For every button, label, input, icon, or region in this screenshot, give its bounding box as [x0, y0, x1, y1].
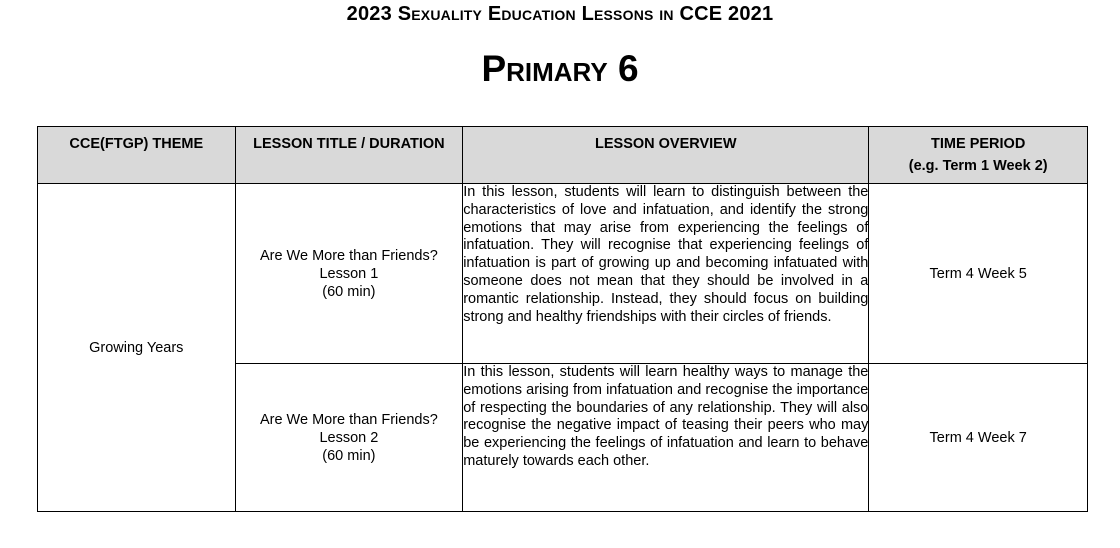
header-time-period-example: (e.g. Term 1 Week 2)	[908, 158, 1048, 174]
table-header-row: CCE(FTGP) THEME LESSON TITLE / DURATION …	[37, 126, 1088, 184]
lesson-time-period: Term 4 Week 5	[868, 183, 1088, 364]
document-subtitle: Primary 6	[481, 48, 639, 89]
header-theme: CCE(FTGP) THEME	[37, 126, 236, 184]
theme-cell: Growing Years	[37, 183, 236, 512]
lesson-overview: In this lesson, students will learn heal…	[462, 363, 870, 512]
header-overview: LESSON OVERVIEW	[462, 126, 870, 184]
lesson-time-period: Term 4 Week 7	[868, 363, 1088, 512]
lessons-table: CCE(FTGP) THEME LESSON TITLE / DURATION …	[37, 126, 1088, 512]
table-row: Growing Years Are We More than Friends? …	[37, 183, 1088, 512]
lesson-number: Lesson 1	[319, 265, 379, 282]
header-time-period-label: TIME PERIOD	[931, 136, 1026, 152]
lesson-number: Lesson 2	[319, 429, 379, 446]
lesson-title-cell: Are We More than Friends? Lesson 1 (60 m…	[234, 183, 464, 364]
lesson-duration: (60 min)	[322, 447, 376, 464]
header-time-period: TIME PERIOD (e.g. Term 1 Week 2)	[868, 126, 1088, 184]
lesson-overview: In this lesson, students will learn to d…	[462, 183, 870, 364]
lesson-duration: (60 min)	[322, 283, 376, 300]
document-title: 2023 Sexuality Education Lessons in CCE …	[346, 3, 774, 25]
header-lesson-title: LESSON TITLE / DURATION	[234, 126, 464, 184]
lesson-title: Are We More than Friends?	[259, 247, 438, 264]
lesson-title: Are We More than Friends?	[259, 411, 438, 428]
lesson-title-cell: Are We More than Friends? Lesson 2 (60 m…	[234, 363, 464, 512]
